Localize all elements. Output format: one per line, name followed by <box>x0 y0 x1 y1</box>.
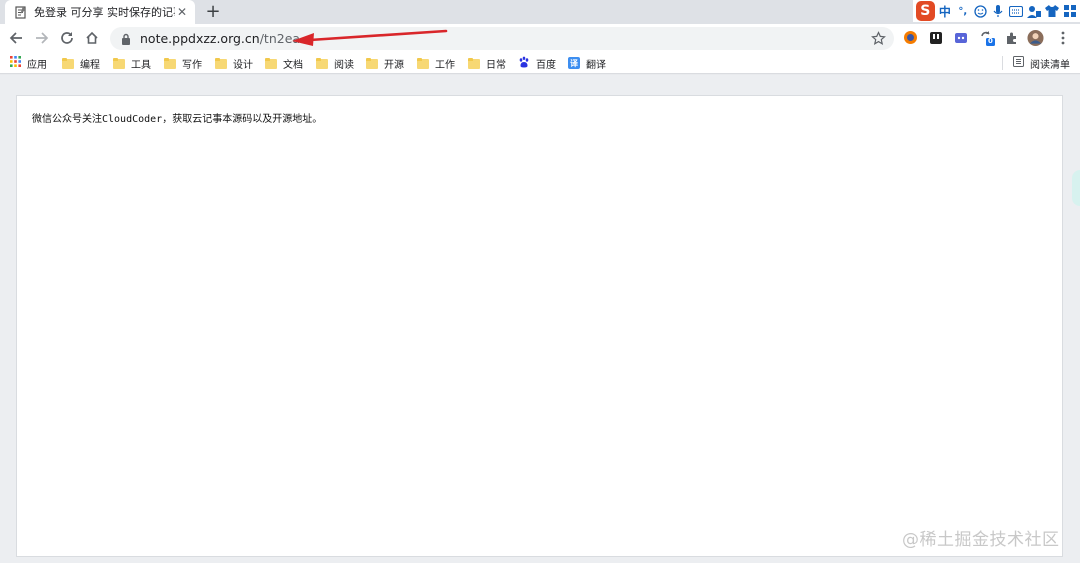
url-host: note.ppdxzz.org.cn <box>140 31 260 46</box>
extension-orange-icon[interactable] <box>902 29 919 46</box>
browser-toolbar: note.ppdxzz.org.cn/tn2ea 0 <box>0 24 1080 52</box>
ime-mode-toggle[interactable]: 中 <box>938 2 953 20</box>
extension-blue-icon[interactable] <box>952 29 969 46</box>
bookmark-folder[interactable]: 工具 <box>113 56 151 71</box>
folder-icon <box>113 57 125 69</box>
folder-icon <box>316 57 328 69</box>
bookmark-label: 写作 <box>182 59 202 71</box>
apps-grid-icon <box>10 56 21 70</box>
translate-icon-glyph: 译 <box>570 58 578 68</box>
skin-shirt-icon[interactable] <box>1044 2 1059 20</box>
bookmark-label: 文档 <box>283 59 303 71</box>
bookmark-label: 工作 <box>435 59 455 71</box>
bookmark-folder[interactable]: 阅读 <box>316 56 354 71</box>
tab-active[interactable]: 免登录 可分享 实时保存的记事本 ✕ <box>5 0 195 24</box>
bookmark-folder[interactable]: 工作 <box>417 56 455 71</box>
bookmark-label: 应用 <box>27 59 47 71</box>
bookmark-label: 阅读清单 <box>1030 59 1070 71</box>
bookmark-label: 编程 <box>80 59 100 71</box>
bookmark-folder[interactable]: 开源 <box>366 56 404 71</box>
profile-avatar[interactable] <box>1027 29 1044 46</box>
bookmark-translate[interactable]: 译 翻译 <box>568 56 606 71</box>
bookmark-label: 翻译 <box>586 59 606 71</box>
folder-icon <box>62 57 74 69</box>
sogou-ime-icon[interactable]: S <box>916 1 935 21</box>
microphone-icon[interactable] <box>991 2 1006 20</box>
lock-icon[interactable] <box>120 33 132 45</box>
folder-icon <box>366 57 378 69</box>
bookmark-label: 阅读 <box>334 59 354 71</box>
bookmark-baidu[interactable]: 百度 <box>518 56 556 71</box>
bookmark-divider <box>1002 56 1003 70</box>
ime-toolbar: S 中 °, <box>913 0 1080 22</box>
bookmark-folder[interactable]: 写作 <box>164 56 202 71</box>
address-bar[interactable]: note.ppdxzz.org.cn/tn2ea <box>110 27 894 50</box>
bookmark-apps[interactable]: 应用 <box>10 56 47 71</box>
extension-sync-icon[interactable]: 0 <box>978 29 995 46</box>
extension-badge: 0 <box>988 37 993 45</box>
tab-close-icon[interactable]: ✕ <box>175 5 189 19</box>
translate-icon: 译 <box>568 57 580 69</box>
note-editor[interactable]: 微信公众号关注CloudCoder，获取云记事本源码以及开源地址。 <box>16 95 1063 557</box>
menu-kebab-icon[interactable] <box>1054 29 1071 46</box>
reading-list-icon <box>1013 56 1024 70</box>
baidu-paw-icon <box>518 56 530 71</box>
new-tab-button[interactable]: + <box>203 2 223 22</box>
note-text[interactable]: 微信公众号关注CloudCoder，获取云记事本源码以及开源地址。 <box>32 110 322 125</box>
back-arrow-icon[interactable] <box>4 26 28 50</box>
reading-list-button[interactable]: 阅读清单 <box>1013 56 1070 71</box>
emoji-icon[interactable] <box>973 2 988 20</box>
bookmark-label: 工具 <box>131 59 151 71</box>
side-panel-handle[interactable] <box>1072 170 1080 206</box>
bookmark-folder[interactable]: 编程 <box>62 56 100 71</box>
folder-icon <box>215 57 227 69</box>
bookmark-star-icon[interactable] <box>871 31 886 46</box>
user-status-icon[interactable] <box>1026 2 1042 20</box>
bookmark-folder[interactable]: 日常 <box>468 56 506 71</box>
keyboard-icon[interactable] <box>1009 2 1024 20</box>
annotation-arrow <box>292 29 448 46</box>
bookmark-label: 设计 <box>233 59 253 71</box>
folder-icon <box>265 57 277 69</box>
home-icon[interactable] <box>80 26 104 50</box>
forward-arrow-icon[interactable] <box>30 26 54 50</box>
folder-icon <box>417 57 429 69</box>
ime-punctuation-toggle[interactable]: °, <box>955 2 970 20</box>
watermark: @稀土掘金技术社区 <box>902 530 1060 550</box>
extension-dark-icon[interactable] <box>927 29 944 46</box>
tab-strip: 免登录 可分享 实时保存的记事本 ✕ + S 中 °, <box>0 0 1080 24</box>
notepad-icon <box>14 5 28 19</box>
bookmark-label: 开源 <box>384 59 404 71</box>
bookmark-label: 百度 <box>536 59 556 71</box>
bookmark-label: 日常 <box>486 59 506 71</box>
folder-icon <box>164 57 176 69</box>
folder-icon <box>468 57 480 69</box>
bookmark-folder[interactable]: 设计 <box>215 56 253 71</box>
tab-title: 免登录 可分享 实时保存的记事本 <box>34 6 175 19</box>
bookmark-folder[interactable]: 文档 <box>265 56 303 71</box>
toolbox-grid-icon[interactable] <box>1062 2 1077 20</box>
puzzle-extensions-icon[interactable] <box>1003 29 1020 46</box>
reload-icon[interactable] <box>55 26 79 50</box>
bookmarks-bar: 应用 编程 工具 写作 设计 文档 阅读 开源 工作 日常 百度 译 翻译 阅读… <box>0 52 1080 74</box>
